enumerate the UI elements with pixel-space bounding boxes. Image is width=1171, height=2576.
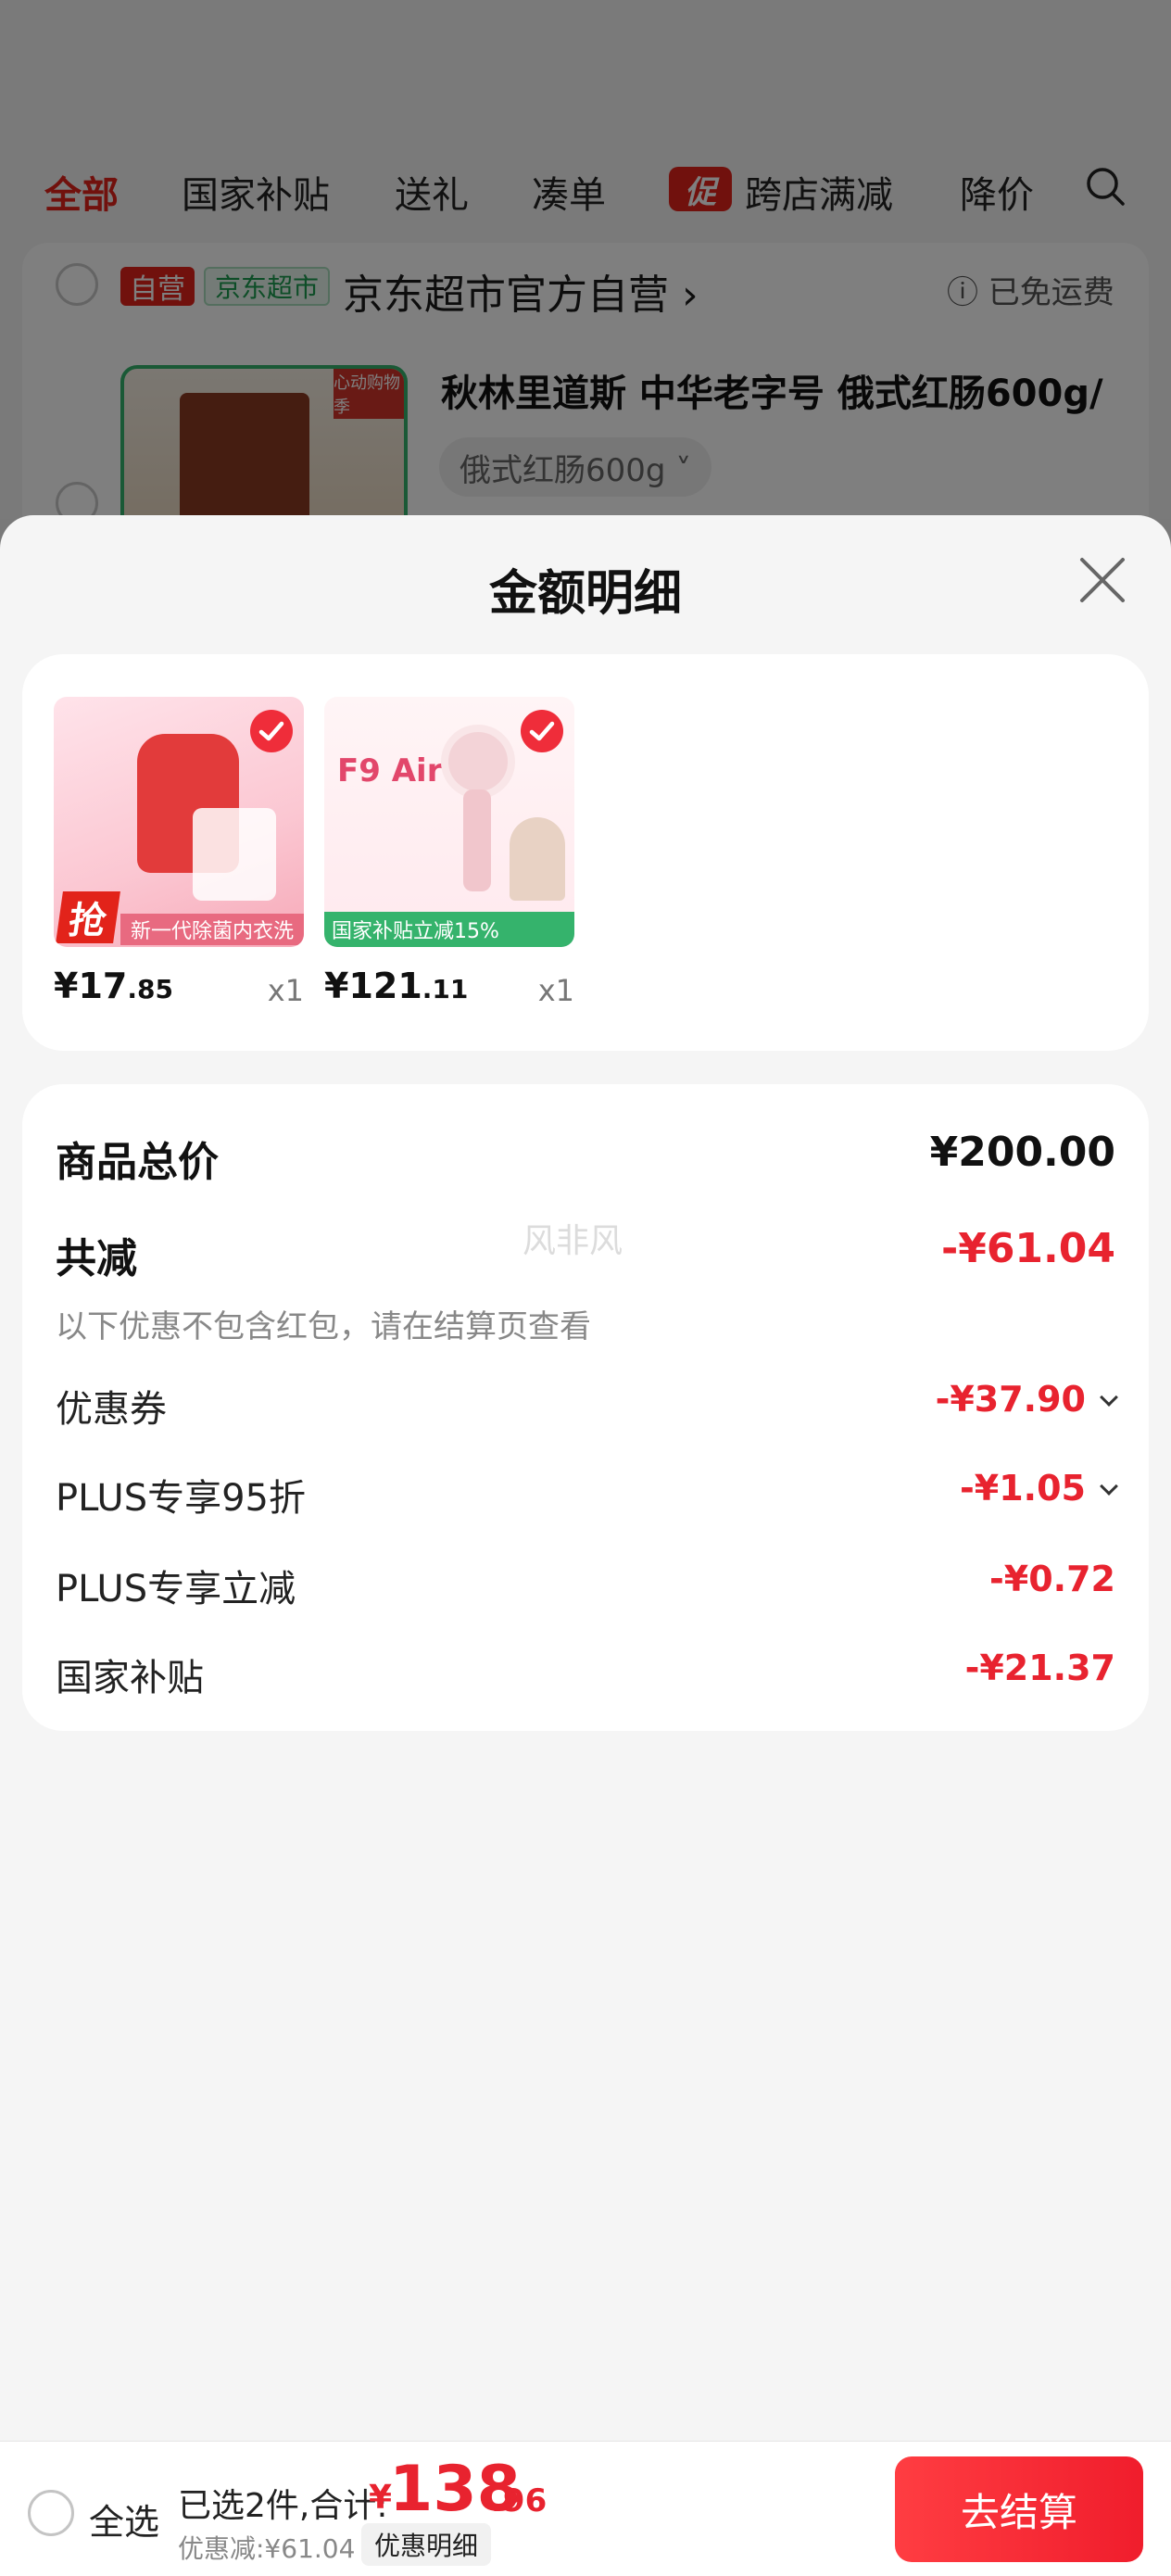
watermark: 风非风 [523, 1222, 623, 1260]
close-icon[interactable] [1075, 552, 1130, 608]
selected-count-text: 已选2件,合计: [178, 2487, 388, 2525]
checked-icon[interactable] [250, 710, 293, 752]
selected-item[interactable]: 抢 新一代除菌内衣洗 ¥17.85 x1 [54, 697, 304, 1008]
plus-instant-value: -¥0.72 [989, 1559, 1115, 1599]
plus-discount-label: PLUS专享95折 [56, 1477, 306, 1520]
reduction-value: -¥61.04 [940, 1225, 1115, 1272]
chevron-down-icon[interactable] [1100, 1388, 1118, 1407]
item-image-hairdryer: F9 Air 国家补贴立减15% [324, 697, 574, 947]
sheet-title: 金额明细 [488, 566, 682, 622]
coupon-label: 优惠券 [56, 1388, 167, 1431]
amount-detail-sheet: 金额明细 抢 新一代除菌内衣洗 ¥17.85 x1 F9 Air 国家补贴立减1… [0, 515, 1171, 2443]
checkout-button[interactable]: 去结算 [895, 2456, 1143, 2562]
subsidy-label: 国家补贴 [56, 1657, 204, 1699]
coupon-value: -¥37.90 [935, 1379, 1086, 1420]
select-all-radio[interactable] [28, 2490, 74, 2536]
chevron-down-icon[interactable] [1100, 1477, 1118, 1496]
item-price: ¥17.85 [54, 966, 173, 1006]
selected-item[interactable]: F9 Air 国家补贴立减15% ¥121.11 x1 [324, 697, 574, 1008]
checked-icon[interactable] [521, 710, 563, 752]
checkout-bar: 全选 已选2件,合计: ¥ 138 .96 优惠减:¥61.04 优惠明细 去结… [0, 2441, 1171, 2576]
item-price: ¥121.11 [324, 966, 469, 1006]
reduction-note: 以下优惠不包含红包，请在结算页查看 [56, 1308, 591, 1345]
discount-summary: 优惠减:¥61.04 [178, 2533, 356, 2564]
reduction-label: 共减 [56, 1235, 137, 1282]
selected-items-card: 抢 新一代除菌内衣洗 ¥17.85 x1 F9 Air 国家补贴立减15% ¥1… [22, 654, 1149, 1051]
price-summary-card: 风非风 商品总价 ¥200.00 共减 -¥61.04 以下优惠不包含红包，请在… [22, 1084, 1149, 1731]
plus-instant-label: PLUS专享立减 [56, 1568, 296, 1610]
plus-discount-value: -¥1.05 [960, 1468, 1086, 1509]
subsidy-value: -¥21.37 [964, 1648, 1115, 1688]
total-label: 商品总价 [56, 1139, 219, 1186]
select-all-label[interactable]: 全选 [89, 2494, 159, 2544]
total-value: ¥200.00 [929, 1129, 1115, 1176]
item-image-laundry: 抢 新一代除菌内衣洗 [54, 697, 304, 947]
item-quantity: x1 [267, 973, 304, 1008]
item-quantity: x1 [537, 973, 574, 1008]
total-amount-decimal: .96 [491, 2482, 548, 2519]
discount-detail-button[interactable]: 优惠明细 [361, 2523, 492, 2566]
